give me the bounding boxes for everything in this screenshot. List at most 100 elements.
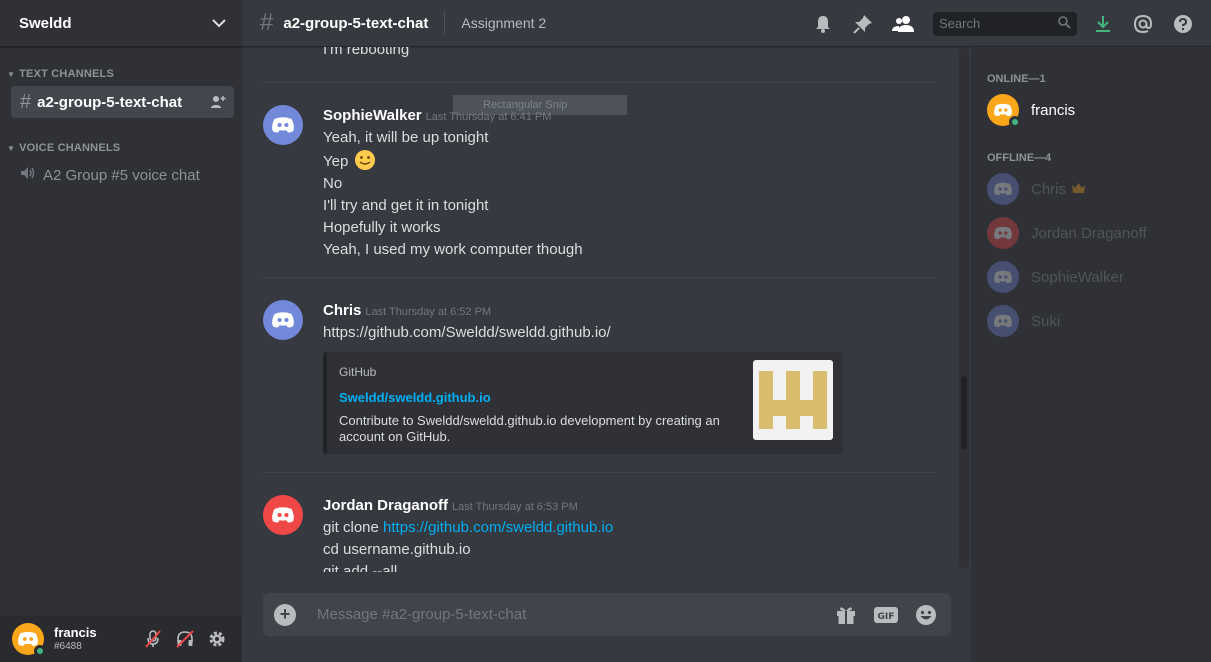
message-author[interactable]: Jordan Draganoff — [323, 497, 448, 514]
svg-text:GIF: GIF — [878, 612, 895, 622]
member-item[interactable]: Jordan Draganoff — [971, 211, 1211, 255]
discord-logo — [994, 103, 1012, 117]
channel-item-voice[interactable]: A2 Group #5 voice chat — [11, 160, 234, 190]
user-name: francis — [54, 624, 97, 640]
member-item[interactable]: Suki — [971, 299, 1211, 343]
member-name: Chris — [1031, 180, 1067, 198]
avatar — [987, 261, 1019, 293]
channel-item-text[interactable]: # a2-group-5-text-chat — [11, 86, 234, 118]
help-icon[interactable] — [1171, 12, 1195, 36]
avatar[interactable] — [263, 495, 303, 535]
channel-name: a2-group-5-text-chat — [37, 93, 183, 111]
member-item[interactable]: Chris — [971, 167, 1211, 211]
message-line: No — [323, 175, 343, 192]
pin-icon[interactable] — [851, 12, 875, 36]
category-text-channels[interactable]: ▼ TEXT CHANNELS — [0, 68, 242, 80]
speaker-icon — [19, 164, 37, 187]
members-icon[interactable] — [891, 12, 915, 36]
user-tag: #6488 — [54, 640, 82, 652]
message-link[interactable]: https://github.com/sweldd.github.io — [383, 519, 613, 536]
members-online-header: ONLINE—1 — [987, 73, 1046, 85]
bell-icon[interactable] — [811, 12, 835, 36]
message-author[interactable]: Chris — [323, 302, 361, 319]
avatar[interactable] — [263, 300, 303, 340]
chevron-down-icon[interactable] — [212, 16, 226, 30]
embed-thumbnail[interactable] — [753, 360, 833, 440]
message-input[interactable]: Message #a2-group-5-text-chat — [317, 606, 834, 623]
message-line: Hopefully it works — [323, 219, 441, 236]
channel-header: # a2-group-5-text-chat Assignment 2 Sear… — [242, 0, 1211, 47]
mention-icon[interactable] — [1131, 12, 1155, 36]
message-group: Chris Last Thursday at 6:52 PM https://gi… — [263, 300, 943, 460]
hash-icon: # — [20, 90, 32, 113]
message-timestamp: Last Thursday at 6:53 PM — [452, 501, 578, 513]
github-identicon-icon — [759, 371, 827, 429]
chat-scrollbar[interactable] — [959, 47, 969, 569]
message-divider — [263, 277, 936, 278]
message-composer[interactable]: + Message #a2-group-5-text-chat GIF — [263, 593, 951, 636]
voice-channel-name: A2 Group #5 voice chat — [43, 166, 200, 184]
avatar[interactable] — [12, 623, 46, 657]
message-divider — [263, 82, 936, 83]
server-header[interactable]: Sweldd — [0, 0, 242, 47]
rectangular-snip-overlay: Rectangular Snip — [453, 95, 627, 115]
message-link[interactable]: https://github.com/Sweldd/sweldd.github.… — [323, 322, 943, 344]
online-status-dot — [1009, 116, 1021, 128]
gear-icon[interactable] — [208, 630, 226, 648]
message-line: I'm rebooting — [323, 47, 410, 58]
hash-icon: # — [260, 9, 274, 36]
message-group: SophieWalker Last Thursday at 6:41 PM Yea… — [263, 95, 943, 258]
category-label: VOICE CHANNELS — [19, 142, 121, 154]
avatar — [987, 94, 1021, 128]
message-line: I'll try and get it in tonight — [323, 197, 489, 214]
mute-icon[interactable] — [144, 630, 162, 648]
user-panel: francis #6488 — [0, 616, 242, 662]
chevron-down-icon: ▼ — [7, 143, 16, 153]
message-text: Yep — [323, 153, 349, 170]
channel-title: a2-group-5-text-chat — [283, 14, 429, 32]
message-author[interactable]: SophieWalker — [323, 107, 422, 124]
emoji-icon[interactable] — [914, 603, 938, 627]
chat-scrollbar-thumb[interactable] — [961, 376, 967, 449]
avatar — [987, 217, 1019, 249]
header-divider — [444, 11, 446, 35]
slightly-smiling-emoji-icon[interactable] — [354, 149, 376, 171]
embed-provider[interactable]: GitHub — [339, 365, 376, 379]
discord-logo — [272, 507, 294, 523]
discord-logo — [994, 182, 1012, 196]
message-line: git clone https://github.com/sweldd.gith… — [323, 517, 943, 539]
member-name: francis — [1031, 101, 1076, 119]
member-item[interactable]: SophieWalker — [971, 255, 1211, 299]
discord-logo — [272, 312, 294, 328]
link-embed: GitHub Sweldd/sweldd.github.io Contribut… — [323, 352, 843, 454]
message-divider — [263, 472, 936, 473]
embed-title[interactable]: Sweldd/sweldd.github.io — [339, 390, 491, 405]
message-list[interactable]: I'm rebooting SophieWalker Last Thursday … — [242, 47, 967, 572]
crown-icon — [1072, 180, 1086, 198]
gift-icon[interactable] — [834, 603, 858, 627]
message-line: cd username.github.io — [323, 541, 471, 558]
search-placeholder: Search — [939, 16, 981, 31]
member-item[interactable]: francis — [971, 88, 1211, 132]
message-line: Yep — [323, 149, 943, 173]
embed-description: Contribute to Sweldd/sweldd.github.io de… — [339, 413, 720, 444]
avatar — [987, 305, 1019, 337]
download-icon[interactable] — [1091, 12, 1115, 36]
avatar[interactable] — [263, 105, 303, 145]
deafen-icon[interactable] — [176, 630, 194, 648]
gif-icon[interactable]: GIF — [874, 603, 898, 627]
add-member-icon[interactable] — [210, 94, 226, 110]
plus-icon[interactable]: + — [274, 603, 296, 626]
category-label: TEXT CHANNELS — [19, 68, 115, 80]
discord-logo — [994, 226, 1012, 240]
category-voice-channels[interactable]: ▼ VOICE CHANNELS — [0, 142, 242, 154]
member-name: SophieWalker — [1031, 268, 1124, 286]
member-list: ONLINE—1 francis OFFLINE—4 Chris Jordan … — [971, 47, 1211, 662]
message-text: git clone — [323, 519, 384, 536]
avatar — [987, 173, 1019, 205]
message-timestamp: Last Thursday at 6:52 PM — [365, 306, 492, 318]
online-status-dot — [34, 645, 46, 657]
discord-logo — [994, 314, 1012, 328]
discord-logo — [18, 631, 38, 646]
search-input[interactable]: Search — [933, 11, 1077, 36]
